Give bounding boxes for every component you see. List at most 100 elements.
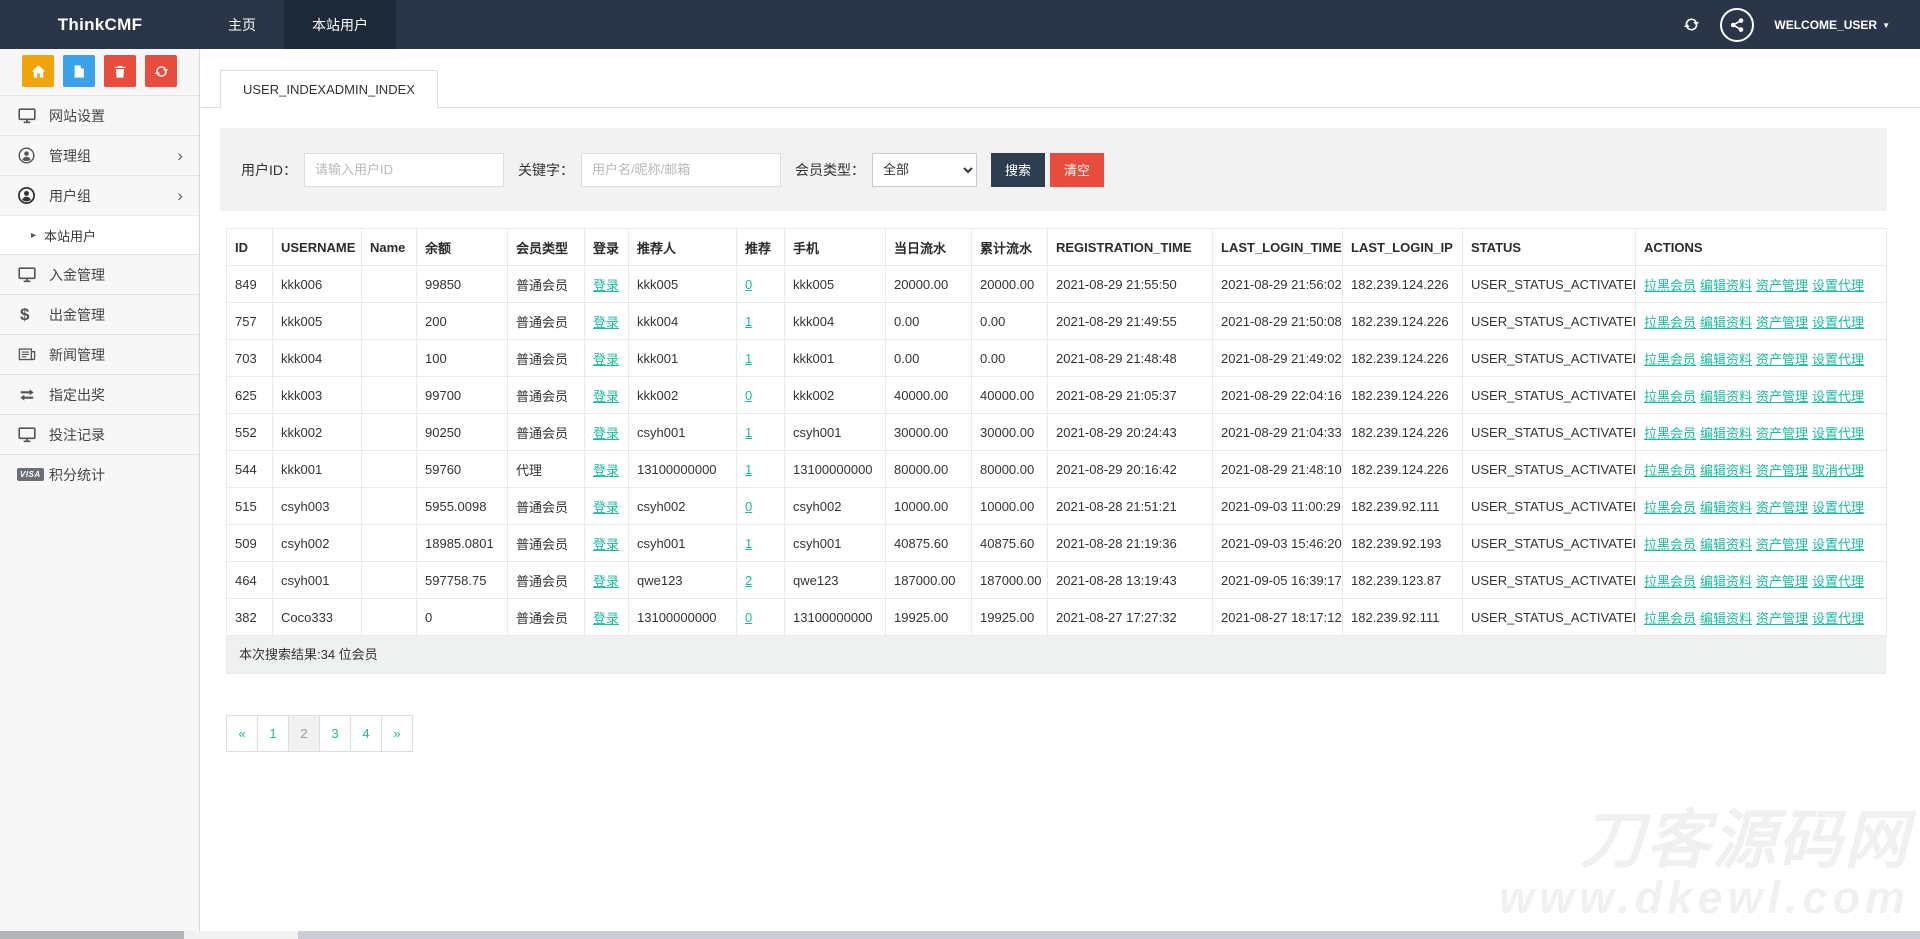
- login-link[interactable]: 登录: [593, 426, 619, 441]
- search-button[interactable]: 搜索: [991, 153, 1045, 187]
- cell-total_flow: 187000.00: [972, 562, 1048, 599]
- login-link[interactable]: 登录: [593, 574, 619, 589]
- tab-user-index[interactable]: USER_INDEXADMIN_INDEX: [220, 70, 438, 109]
- action-link[interactable]: 编辑资料: [1700, 352, 1752, 367]
- keyword-input[interactable]: [581, 153, 781, 187]
- referral-count-link[interactable]: 1: [745, 536, 752, 551]
- welcome-user-dropdown[interactable]: WELCOME_USER ▼: [1774, 18, 1890, 32]
- nav-tab-1[interactable]: 本站用户: [284, 0, 396, 49]
- action-link[interactable]: 设置代理: [1812, 426, 1864, 441]
- login-link[interactable]: 登录: [593, 500, 619, 515]
- app-logo[interactable]: ThinkCMF: [0, 0, 200, 49]
- referral-count-link[interactable]: 1: [745, 425, 752, 440]
- login-link[interactable]: 登录: [593, 278, 619, 293]
- sidebar-item-3[interactable]: 入金管理: [0, 254, 199, 294]
- page-1[interactable]: 1: [257, 715, 289, 752]
- sidebar-item-5[interactable]: 新闻管理: [0, 334, 199, 374]
- login-link[interactable]: 登录: [593, 389, 619, 404]
- action-link[interactable]: 拉黑会员: [1644, 463, 1696, 478]
- action-link[interactable]: 资产管理: [1756, 426, 1808, 441]
- sidebar-item-8[interactable]: VISA积分统计: [0, 454, 199, 494]
- login-link[interactable]: 登录: [593, 537, 619, 552]
- action-link[interactable]: 资产管理: [1756, 500, 1808, 515]
- action-link[interactable]: 资产管理: [1756, 463, 1808, 478]
- member-type-select[interactable]: 全部: [872, 153, 977, 187]
- page-2[interactable]: 2: [288, 715, 320, 752]
- referral-count-link[interactable]: 2: [745, 573, 752, 588]
- action-link[interactable]: 拉黑会员: [1644, 352, 1696, 367]
- page-4[interactable]: 4: [350, 715, 382, 752]
- action-link[interactable]: 拉黑会员: [1644, 500, 1696, 515]
- action-link[interactable]: 编辑资料: [1700, 389, 1752, 404]
- nav-tab-0[interactable]: 主页: [200, 0, 284, 49]
- sidebar-item-6[interactable]: 指定出奖: [0, 374, 199, 414]
- action-link[interactable]: 设置代理: [1812, 352, 1864, 367]
- action-link[interactable]: 资产管理: [1756, 278, 1808, 293]
- action-link[interactable]: 编辑资料: [1700, 611, 1752, 626]
- referral-count-link[interactable]: 0: [745, 610, 752, 625]
- action-link[interactable]: 拉黑会员: [1644, 315, 1696, 330]
- home-button[interactable]: [22, 55, 54, 87]
- sidebar-subitem-2-0[interactable]: ▸本站用户: [0, 215, 199, 254]
- referral-count-link[interactable]: 0: [745, 499, 752, 514]
- refresh-icon[interactable]: [1683, 16, 1700, 33]
- cell-daily_flow: 19925.00: [886, 599, 972, 636]
- login-link[interactable]: 登录: [593, 315, 619, 330]
- action-link[interactable]: 编辑资料: [1700, 426, 1752, 441]
- action-link[interactable]: 编辑资料: [1700, 278, 1752, 293]
- user-avatar[interactable]: [1720, 8, 1754, 42]
- cell-last_login_ip: 182.239.124.226: [1343, 303, 1463, 340]
- action-link[interactable]: 设置代理: [1812, 537, 1864, 552]
- action-link[interactable]: 编辑资料: [1700, 315, 1752, 330]
- referral-count-link[interactable]: 1: [745, 314, 752, 329]
- action-link[interactable]: 拉黑会员: [1644, 537, 1696, 552]
- action-link[interactable]: 设置代理: [1812, 389, 1864, 404]
- action-link[interactable]: 资产管理: [1756, 574, 1808, 589]
- action-link[interactable]: 资产管理: [1756, 537, 1808, 552]
- action-link[interactable]: 编辑资料: [1700, 500, 1752, 515]
- action-link[interactable]: 资产管理: [1756, 389, 1808, 404]
- page-»[interactable]: »: [381, 715, 413, 752]
- action-link[interactable]: 设置代理: [1812, 574, 1864, 589]
- page-«[interactable]: «: [226, 715, 258, 752]
- login-link[interactable]: 登录: [593, 611, 619, 626]
- sidebar-item-1[interactable]: 管理组›: [0, 135, 199, 175]
- action-link[interactable]: 拉黑会员: [1644, 426, 1696, 441]
- clear-button[interactable]: 清空: [1050, 153, 1104, 187]
- action-link[interactable]: 拉黑会员: [1644, 574, 1696, 589]
- login-link[interactable]: 登录: [593, 352, 619, 367]
- referral-count-link[interactable]: 0: [745, 277, 752, 292]
- action-link[interactable]: 编辑资料: [1700, 463, 1752, 478]
- referral-count-link[interactable]: 0: [745, 388, 752, 403]
- caret-right-icon: ▸: [31, 230, 36, 241]
- scrollbar-thumb[interactable]: [0, 931, 184, 939]
- action-link[interactable]: 拉黑会员: [1644, 389, 1696, 404]
- sidebar-item-7[interactable]: 投注记录: [0, 414, 199, 454]
- table-row: 544kkk00159760代理登录1310000000011310000000…: [227, 451, 1887, 488]
- cell-actions: 拉黑会员编辑资料资产管理取消代理: [1636, 451, 1887, 488]
- horizontal-scrollbar[interactable]: [0, 931, 1920, 939]
- sidebar-item-0[interactable]: 网站设置: [0, 95, 199, 135]
- action-link[interactable]: 设置代理: [1812, 315, 1864, 330]
- trash-button[interactable]: [104, 55, 136, 87]
- login-link[interactable]: 登录: [593, 463, 619, 478]
- recycle-button[interactable]: [145, 55, 177, 87]
- sidebar-item-4[interactable]: $出金管理: [0, 294, 199, 334]
- referral-count-link[interactable]: 1: [745, 351, 752, 366]
- action-link[interactable]: 设置代理: [1812, 278, 1864, 293]
- user-id-input[interactable]: [304, 153, 504, 187]
- action-link[interactable]: 设置代理: [1812, 500, 1864, 515]
- page-3[interactable]: 3: [319, 715, 351, 752]
- action-link[interactable]: 取消代理: [1812, 463, 1864, 478]
- action-link[interactable]: 编辑资料: [1700, 537, 1752, 552]
- action-link[interactable]: 资产管理: [1756, 352, 1808, 367]
- file-button[interactable]: [63, 55, 95, 87]
- referral-count-link[interactable]: 1: [745, 462, 752, 477]
- action-link[interactable]: 资产管理: [1756, 315, 1808, 330]
- action-link[interactable]: 编辑资料: [1700, 574, 1752, 589]
- sidebar-item-2[interactable]: 用户组›: [0, 175, 199, 215]
- action-link[interactable]: 拉黑会员: [1644, 611, 1696, 626]
- action-link[interactable]: 资产管理: [1756, 611, 1808, 626]
- action-link[interactable]: 设置代理: [1812, 611, 1864, 626]
- action-link[interactable]: 拉黑会员: [1644, 278, 1696, 293]
